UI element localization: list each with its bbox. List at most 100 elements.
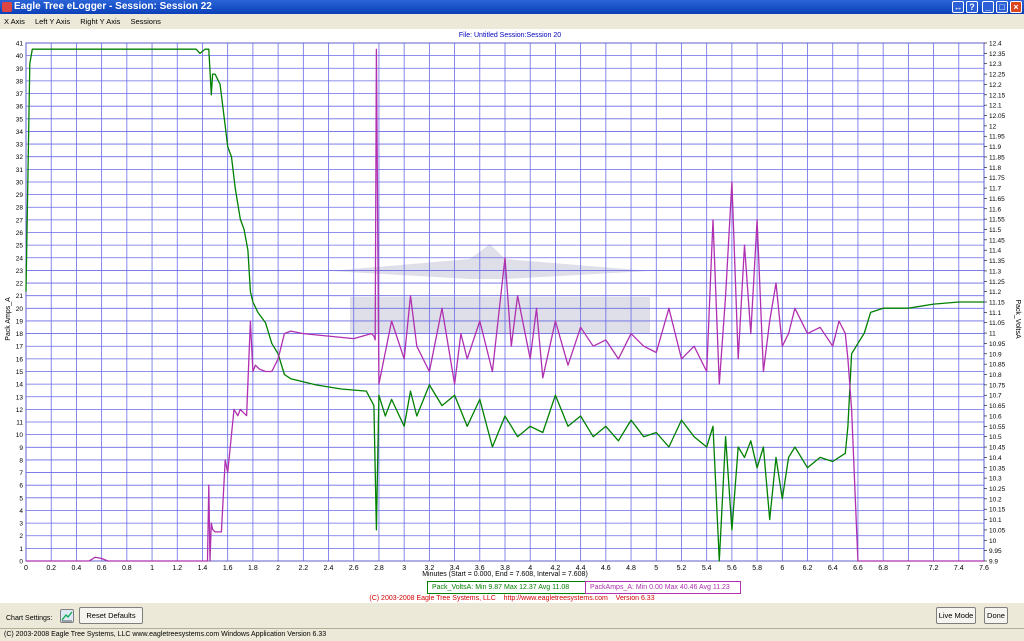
x-tick-label: 2.8 xyxy=(374,565,384,572)
y-left-tick-label: 17 xyxy=(16,344,24,351)
y-right-tick-label: 11.6 xyxy=(989,206,1002,213)
y-right-tick-label: 11.5 xyxy=(989,227,1002,234)
y-right-tick-label: 12.1 xyxy=(989,103,1002,110)
x-tick-label: 5.2 xyxy=(677,565,687,572)
minimize-icon[interactable]: _ xyxy=(982,1,994,13)
y-right-tick-label: 11.55 xyxy=(989,217,1005,224)
x-tick-label: 6.2 xyxy=(803,565,813,572)
x-tick-label: 1.4 xyxy=(198,565,208,572)
y-right-tick-label: 11.45 xyxy=(989,237,1005,244)
y-left-tick-label: 25 xyxy=(16,243,24,250)
y-right-tick-label: 10.45 xyxy=(989,445,1006,452)
y-right-tick-label: 11.4 xyxy=(989,248,1002,255)
help-icon[interactable]: ? xyxy=(966,1,978,13)
chart-settings-icon[interactable] xyxy=(60,609,74,623)
y-left-tick-label: 31 xyxy=(16,167,24,174)
menu-left-y-axis[interactable]: Left Y Axis xyxy=(35,17,70,26)
x-tick-label: 0.2 xyxy=(46,565,56,572)
x-tick-label: 3 xyxy=(402,565,406,572)
menu-bar: X Axis Left Y Axis Right Y Axis Sessions xyxy=(0,14,1024,29)
y-right-tick-label: 11.75 xyxy=(989,175,1005,182)
website-link[interactable]: http://www.eagletreesystems.com xyxy=(504,595,608,602)
menu-sessions[interactable]: Sessions xyxy=(130,17,160,26)
y-left-tick-label: 28 xyxy=(16,205,24,212)
legend-amps: PackAmps_A: Min 0.00 Max 40.46 Avg 11.23 xyxy=(585,581,741,594)
x-tick-label: 5.4 xyxy=(702,565,712,572)
y-right-tick-label: 12.3 xyxy=(989,61,1002,68)
y-right-tick-label: 12.25 xyxy=(989,72,1006,79)
y-left-tick-label: 9 xyxy=(19,445,23,452)
y-left-tick-label: 10 xyxy=(16,432,24,439)
y-right-tick-label: 10.5 xyxy=(989,434,1002,441)
close-icon[interactable]: × xyxy=(1010,1,1022,13)
y-right-tick-label: 10.15 xyxy=(989,507,1006,514)
y-left-tick-label: 15 xyxy=(16,369,24,376)
x-tick-label: 2.2 xyxy=(298,565,308,572)
y-right-tick-label: 10.75 xyxy=(989,382,1006,389)
chart-panel: File: Untitled Session:Session 20 0 0.2 0.… xyxy=(0,29,1024,603)
x-tick-label: 5.6 xyxy=(727,565,737,572)
app-icon xyxy=(2,2,12,12)
y-right-tick-label: 10.65 xyxy=(989,403,1006,410)
x-tick-label: 4.6 xyxy=(601,565,611,572)
y-right-tick-label: 10.05 xyxy=(989,527,1006,534)
done-button[interactable]: Done xyxy=(984,607,1008,624)
x-tick-label: 0.4 xyxy=(72,565,82,572)
y-left-tick-label: 37 xyxy=(16,91,24,98)
x-tick-label: 5.8 xyxy=(752,565,762,572)
live-mode-button[interactable]: Live Mode xyxy=(936,607,976,624)
x-tick-label: 5 xyxy=(654,565,658,572)
x-tick-label: 1.6 xyxy=(223,565,233,572)
y-right-tick-label: 12.15 xyxy=(989,92,1006,99)
x-tick-label: 6.4 xyxy=(828,565,838,572)
y-left-tick-label: 0 xyxy=(19,559,23,566)
y-right-tick-label: 11.05 xyxy=(989,320,1005,327)
y-right-tick-label: 12.2 xyxy=(989,82,1002,89)
window-title: Eagle Tree eLogger - Session: Session 22 xyxy=(14,1,212,12)
y-right-tick-label: 11.3 xyxy=(989,268,1002,275)
legend-volts: Pack_VoltsA: Min 9.87 Max 12.37 Avg 11.0… xyxy=(427,581,588,594)
y-left-tick-label: 2 xyxy=(19,533,23,540)
y-left-tick-label: 41 xyxy=(16,41,24,48)
y-left-tick-label: 16 xyxy=(16,356,24,363)
y-right-tick-label: 10.9 xyxy=(989,351,1002,358)
y-right-tick-label: 10.1 xyxy=(989,517,1002,524)
y-right-tick-label: 10.55 xyxy=(989,424,1006,431)
chart-settings-label: Chart Settings: xyxy=(6,615,53,622)
y-left-tick-label: 34 xyxy=(16,129,24,136)
copyright-line: (C) 2003-2008 Eagle Tree Systems, LLC ht… xyxy=(0,595,1024,602)
reset-defaults-button[interactable]: Reset Defaults xyxy=(79,607,143,624)
resize-icon[interactable]: ↔ xyxy=(952,1,964,13)
y-left-tick-label: 33 xyxy=(16,142,24,149)
y-left-tick-label: 3 xyxy=(19,521,23,528)
menu-x-axis[interactable]: X Axis xyxy=(4,17,25,26)
chart-file-label: File: Untitled Session:Session 20 xyxy=(459,32,561,39)
x-tick-label: 1.8 xyxy=(248,565,258,572)
y-right-tick-label: 9.95 xyxy=(989,548,1002,555)
x-tick-label: 7.4 xyxy=(954,565,964,572)
copyright-text: (C) 2003-2008 Eagle Tree Systems, LLC xyxy=(369,595,496,602)
menu-right-y-axis[interactable]: Right Y Axis xyxy=(80,17,120,26)
y-right-tick-label: 11.65 xyxy=(989,196,1005,203)
y-right-tick-label: 10.2 xyxy=(989,496,1002,503)
y-left-tick-label: 14 xyxy=(16,382,24,389)
maximize-icon[interactable]: □ xyxy=(996,1,1008,13)
y-left-tick-label: 11 xyxy=(16,420,23,427)
y-left-tick-label: 26 xyxy=(16,230,24,237)
x-tick-label: 7.2 xyxy=(929,565,939,572)
y-right-tick-label: 12.4 xyxy=(989,41,1002,48)
y-left-tick-label: 24 xyxy=(16,255,24,262)
y-right-tick-label: 11 xyxy=(989,331,996,338)
y-right-tick-label: 10 xyxy=(989,538,997,545)
y-right-tick-label: 11.7 xyxy=(989,186,1002,193)
x-tick-label: 4.8 xyxy=(626,565,636,572)
y-left-tick-label: 32 xyxy=(16,154,24,161)
title-bar: Eagle Tree eLogger - Session: Session 22… xyxy=(0,0,1024,14)
x-tick-label: 2.4 xyxy=(324,565,334,572)
bottom-panel: Chart Settings: Reset Defaults Live Mode… xyxy=(0,603,1024,640)
x-tick-label: 0.6 xyxy=(97,565,107,572)
y-left-tick-label: 21 xyxy=(16,293,24,300)
y-left-tick-label: 30 xyxy=(16,179,24,186)
y-left-tick-label: 19 xyxy=(16,318,24,325)
y-left-tick-label: 27 xyxy=(16,217,24,224)
